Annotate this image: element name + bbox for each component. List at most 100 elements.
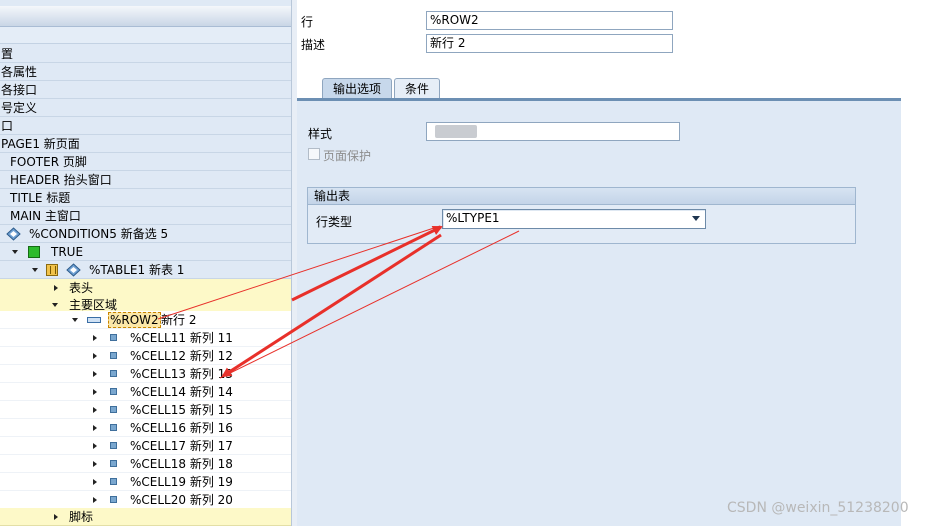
tree-item-settings[interactable]: 置 bbox=[0, 45, 291, 63]
tree-item-table1[interactable]: %TABLE1 新表 1 bbox=[0, 261, 291, 279]
collapsed-arrow-icon[interactable] bbox=[93, 497, 97, 503]
tree-item-label: 口 bbox=[1, 119, 14, 133]
tree-item-label: 表头 bbox=[69, 281, 94, 295]
condition-icon bbox=[6, 227, 21, 241]
watermark: CSDN @weixin_51238200 bbox=[727, 500, 909, 516]
tree-item-condition5[interactable]: %CONDITION5 新备选 5 bbox=[0, 225, 291, 243]
collapsed-arrow-icon[interactable] bbox=[93, 479, 97, 485]
tree-toolbar bbox=[0, 6, 291, 27]
tree-item-header[interactable]: HEADER 抬头窗口 bbox=[0, 171, 291, 189]
tree-item-main[interactable]: MAIN 主窗口 bbox=[0, 207, 291, 225]
tree-item-label: FOOTER 页脚 bbox=[10, 155, 87, 169]
tree-item-row2[interactable]: %ROW2 新行 2 bbox=[0, 311, 291, 329]
tree-item-label: %CELL14 新列 14 bbox=[130, 385, 233, 399]
window-edge bbox=[901, 0, 938, 526]
page-protect-checkbox[interactable] bbox=[308, 148, 320, 160]
blurred-value bbox=[435, 125, 477, 138]
collapsed-arrow-icon[interactable] bbox=[93, 353, 97, 359]
tree-item-footer-area[interactable]: 脚标 bbox=[0, 508, 291, 526]
tree-item-label: MAIN 主窗口 bbox=[10, 209, 81, 223]
row-name-field[interactable]: %ROW2 bbox=[426, 11, 673, 30]
collapsed-arrow-icon[interactable] bbox=[93, 389, 97, 395]
group-title: 输出表 bbox=[308, 188, 855, 205]
collapsed-arrow-icon[interactable] bbox=[54, 514, 58, 520]
style-field[interactable] bbox=[426, 122, 680, 141]
tree-item-cell15[interactable]: %CELL15 新列 15 bbox=[0, 401, 291, 419]
description-field[interactable]: 新行 2 bbox=[426, 34, 673, 53]
expand-arrow-icon[interactable] bbox=[32, 268, 38, 272]
tree-item-label: TITLE 标题 bbox=[10, 191, 71, 205]
tab-conditions[interactable]: 条件 bbox=[394, 78, 441, 99]
tree-item-form-interface[interactable]: 各接口 bbox=[0, 81, 291, 99]
cell-icon bbox=[110, 424, 117, 431]
table-icon bbox=[46, 264, 58, 276]
tree-item-label: %CELL16 新列 16 bbox=[130, 421, 233, 435]
collapsed-arrow-icon[interactable] bbox=[93, 443, 97, 449]
tree-item-label: 脚标 bbox=[69, 510, 94, 524]
tree-item-label: 号定义 bbox=[1, 101, 38, 115]
collapsed-arrow-icon[interactable] bbox=[93, 461, 97, 467]
row-icon bbox=[87, 317, 101, 323]
collapsed-arrow-icon[interactable] bbox=[93, 425, 97, 431]
cell-icon bbox=[110, 406, 117, 413]
tree-item-title[interactable]: TITLE 标题 bbox=[0, 189, 291, 207]
tree-item-label: PAGE1 新页面 bbox=[1, 137, 80, 151]
expand-arrow-icon[interactable] bbox=[72, 318, 78, 322]
tree-item-cell16[interactable]: %CELL16 新列 16 bbox=[0, 419, 291, 437]
style-label: 样式 bbox=[308, 127, 333, 141]
description-label: 描述 bbox=[301, 38, 326, 52]
page-protect-label: 页面保护 bbox=[323, 149, 372, 163]
line-type-dropdown[interactable]: %LTYPE1 bbox=[442, 209, 706, 229]
collapsed-arrow-icon[interactable] bbox=[93, 407, 97, 413]
tree-item-label: 置 bbox=[1, 47, 14, 61]
tree-item-label: %CONDITION5 新备选 5 bbox=[29, 227, 169, 241]
tree-item-type-definitions[interactable]: 号定义 bbox=[0, 99, 291, 117]
tree-item-label: %CELL17 新列 17 bbox=[130, 439, 233, 453]
true-branch-icon bbox=[28, 246, 40, 258]
tree-item-cell13[interactable]: %CELL13 新列 13 bbox=[0, 365, 291, 383]
tree-item-label: 各属性 bbox=[1, 65, 38, 79]
cell-icon bbox=[110, 496, 117, 503]
tree-item-form-attributes[interactable]: 各属性 bbox=[0, 63, 291, 81]
tab-strip-line bbox=[297, 98, 901, 101]
cell-icon bbox=[110, 442, 117, 449]
cell-icon bbox=[110, 370, 117, 377]
tree-item-label: %CELL11 新列 11 bbox=[130, 331, 233, 345]
tree-item-page1[interactable]: PAGE1 新页面 bbox=[0, 135, 291, 153]
tree-item-label: %CELL15 新列 15 bbox=[130, 403, 233, 417]
tree-item-windows[interactable]: 口 bbox=[0, 117, 291, 135]
collapsed-arrow-icon[interactable] bbox=[93, 335, 97, 341]
tree-item-cell19[interactable]: %CELL19 新列 19 bbox=[0, 473, 291, 491]
tree-item-label: 新行 2 bbox=[161, 313, 197, 327]
cell-icon bbox=[110, 478, 117, 485]
table-node-icon bbox=[66, 263, 81, 277]
screen: 置 各属性 各接口 号定义 口 PAGE1 新页面 FOOTER 页脚 HEAD… bbox=[0, 0, 938, 526]
dropdown-arrow-icon[interactable] bbox=[692, 216, 700, 221]
expand-arrow-icon[interactable] bbox=[52, 303, 58, 307]
tree-item-label: 各接口 bbox=[1, 83, 38, 97]
tree-item-table-header[interactable]: 表头 bbox=[0, 279, 291, 297]
tree-item-label: %CELL20 新列 20 bbox=[130, 493, 233, 507]
tree-item-cell17[interactable]: %CELL17 新列 17 bbox=[0, 437, 291, 455]
row-name-label: 行 bbox=[301, 15, 314, 29]
tab-output-options[interactable]: 输出选项 bbox=[322, 78, 393, 99]
tree-item-cell20[interactable]: %CELL20 新列 20 bbox=[0, 491, 291, 509]
tree-item-label: TRUE bbox=[51, 245, 84, 259]
collapsed-arrow-icon[interactable] bbox=[93, 371, 97, 377]
tree-item-cell14[interactable]: %CELL14 新列 14 bbox=[0, 383, 291, 401]
form-tree-panel: 置 各属性 各接口 号定义 口 PAGE1 新页面 FOOTER 页脚 HEAD… bbox=[0, 0, 291, 526]
tree-item-label: %CELL19 新列 19 bbox=[130, 475, 233, 489]
cell-icon bbox=[110, 388, 117, 395]
tree-item-cell18[interactable]: %CELL18 新列 18 bbox=[0, 455, 291, 473]
tree-item-footer[interactable]: FOOTER 页脚 bbox=[0, 153, 291, 171]
tree-header bbox=[0, 27, 291, 44]
tree-item-cell12[interactable]: %CELL12 新列 12 bbox=[0, 347, 291, 365]
expand-arrow-icon[interactable] bbox=[12, 250, 18, 254]
cell-icon bbox=[110, 460, 117, 467]
tree-item-label: %CELL12 新列 12 bbox=[130, 349, 233, 363]
cell-icon bbox=[110, 352, 117, 359]
node-attributes-panel: 行 %ROW2 描述 新行 2 输出选项 条件 样式 页面保护 输出表 行类型 … bbox=[297, 0, 901, 526]
tree-item-true[interactable]: TRUE bbox=[0, 243, 291, 261]
collapsed-arrow-icon[interactable] bbox=[54, 285, 58, 291]
tree-item-cell11[interactable]: %CELL11 新列 11 bbox=[0, 329, 291, 347]
